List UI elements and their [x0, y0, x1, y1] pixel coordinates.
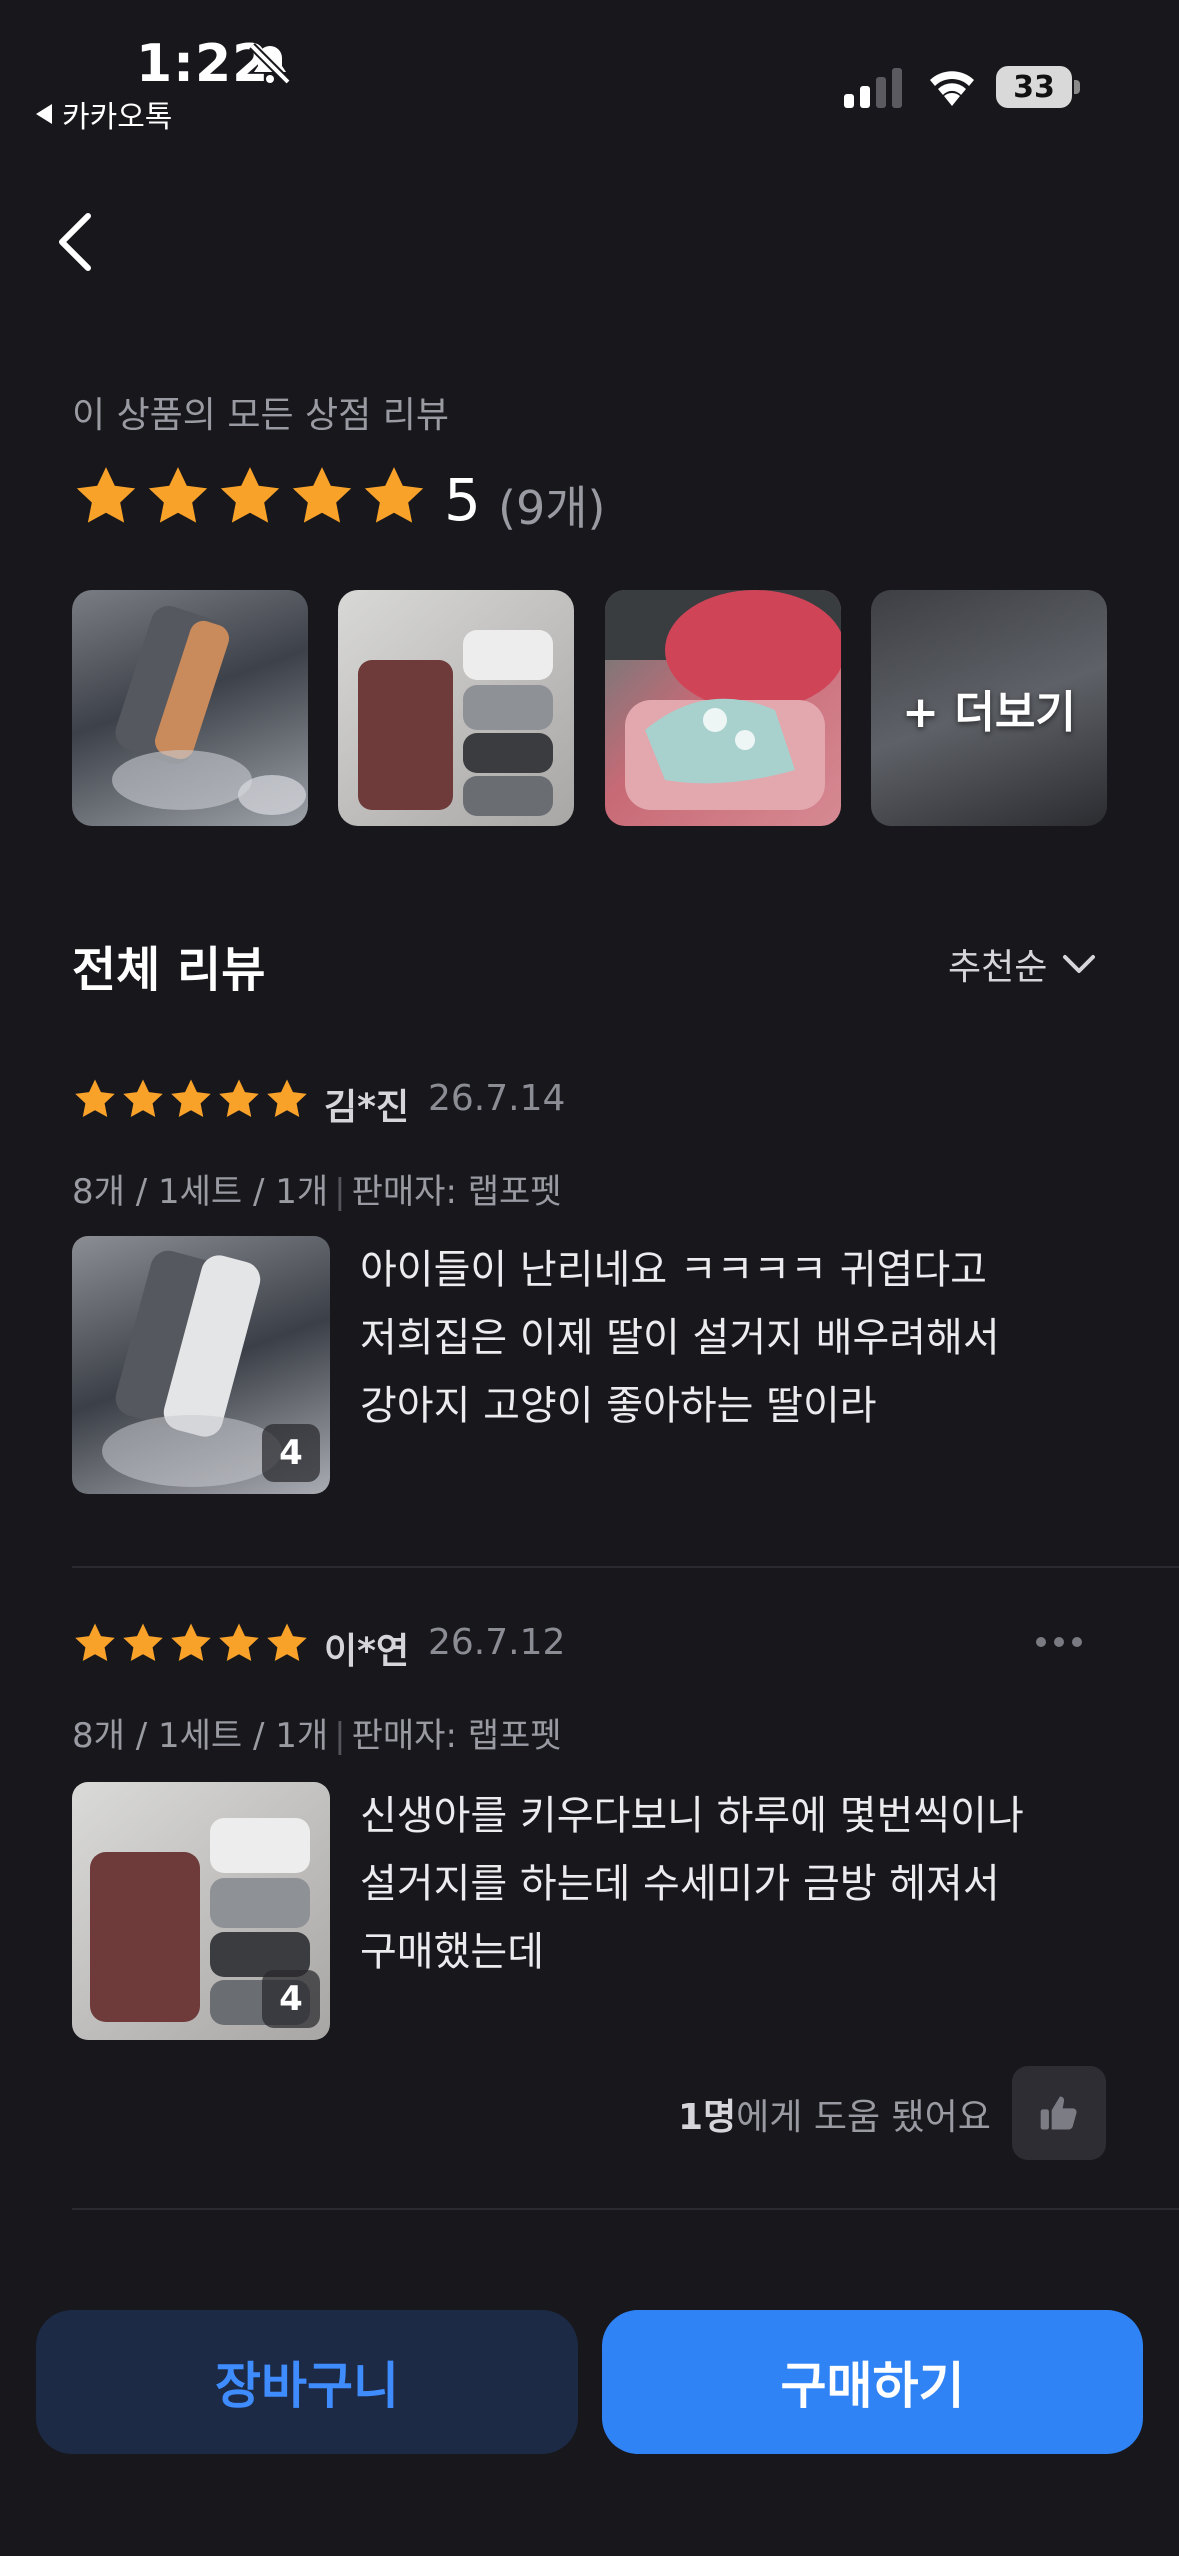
purchase-option: 8개 / 1세트 / 1개 | 판매자: 랩포펫 [72, 1172, 562, 1212]
purchase-option: 8개 / 1세트 / 1개 | 판매자: 랩포펫 [72, 1716, 562, 1756]
review-text: 아이들이 난리네요 ㅋㅋㅋㅋ 귀엽다고 저희집은 이제 딸이 설거지 배우려해서… [360, 1236, 1140, 1440]
more-dot-icon [1054, 1637, 1064, 1647]
sort-dropdown[interactable]: 추천순 [948, 938, 1097, 990]
review-text-line: 저희집은 이제 딸이 설거지 배우려해서 [360, 1315, 1000, 1361]
review-stars [72, 1076, 310, 1122]
star-icon [267, 1623, 307, 1662]
star-icon [220, 467, 280, 523]
review-text-line: 신생아를 키우다보니 하루에 몇번씩이나 [360, 1793, 1024, 1839]
review-date: 26.7.12 [428, 1622, 566, 1663]
star-icon [219, 1079, 259, 1118]
star-icon [292, 467, 352, 523]
back-app-label: 카카오톡 [62, 100, 173, 135]
chevron-down-icon [1063, 955, 1096, 973]
all-reviews-title: 전체 리뷰 [72, 942, 266, 998]
reviewer-name: 김*진 [324, 1087, 410, 1128]
review-photo[interactable]: 4 [72, 1236, 330, 1494]
star-icon [75, 1623, 115, 1662]
star-icon [171, 1079, 211, 1118]
more-dot-icon [1072, 1637, 1082, 1647]
reviewer-name: 이*연 [324, 1631, 410, 1672]
review-text-line: 설거지를 하는데 수세미가 금방 헤져서 [360, 1861, 1000, 1907]
seller-text: 판매자: 랩포펫 [351, 1172, 562, 1212]
wifi-icon [930, 71, 974, 106]
star-icon [171, 1623, 211, 1662]
review-photo-thumbnail[interactable] [72, 590, 308, 826]
sort-label: 추천순 [948, 947, 1048, 988]
helpful-count-text: 1명에게 도움 됐어요 [678, 2088, 991, 2140]
bell-muted-icon [249, 43, 291, 85]
back-chevron-icon[interactable] [52, 206, 100, 278]
option-text: 8개 / 1세트 / 1개 [72, 1716, 329, 1756]
buy-now-button[interactable]: 구매하기 [602, 2310, 1143, 2454]
back-to-app-link[interactable]: 카카오톡 [36, 92, 172, 136]
star-icon [123, 1079, 163, 1118]
reviews-caption: 이 상품의 모든 상점 리뷰 [72, 395, 449, 436]
review-count: (9개) [498, 481, 606, 535]
more-options-button[interactable] [1036, 1630, 1086, 1654]
divider [72, 1566, 1179, 1568]
bottom-fade [0, 2230, 1179, 2310]
review-text: 신생아를 키우다보니 하루에 몇번씩이나 설거지를 하는데 수세미가 금방 헤져… [360, 1782, 1140, 1986]
review-text-line: 강아지 고양이 좋아하는 딸이라 [360, 1383, 877, 1429]
review-date: 26.7.14 [428, 1078, 566, 1119]
photo-count-badge: 4 [262, 1424, 320, 1482]
review-photo-thumbnail[interactable] [605, 590, 841, 826]
star-icon [123, 1623, 163, 1662]
photo-count-badge: 4 [262, 1970, 320, 2028]
battery-level: 33 [1013, 69, 1055, 105]
more-photos-button[interactable]: + 더보기 [871, 590, 1107, 826]
star-icon [364, 467, 424, 523]
option-text: 8개 / 1세트 / 1개 [72, 1172, 329, 1212]
average-rating-stars [72, 462, 428, 530]
add-to-cart-button[interactable]: 장바구니 [36, 2310, 578, 2454]
review-stars [72, 1620, 310, 1666]
star-icon [75, 1079, 115, 1118]
review-photo[interactable]: 4 [72, 1782, 330, 2040]
star-icon [267, 1079, 307, 1118]
average-rating-value: 5 [444, 466, 481, 534]
helpful-suffix: 에게 도움 됐어요 [736, 2097, 991, 2138]
thumbs-up-icon [1040, 2096, 1077, 2130]
seller-text: 판매자: 랩포펫 [351, 1716, 562, 1756]
battery-icon: 33 [996, 66, 1080, 108]
review-text-line: 구매했는데 [360, 1929, 544, 1975]
helpful-like-button[interactable] [1012, 2066, 1106, 2160]
more-photos-label: + 더보기 [902, 687, 1076, 738]
helpful-count: 1명 [678, 2097, 737, 2138]
more-dot-icon [1036, 1637, 1046, 1647]
star-icon [148, 467, 208, 523]
star-icon [76, 467, 136, 523]
review-photo-thumbnail[interactable] [338, 590, 574, 826]
cellular-signal-icon [844, 68, 902, 108]
divider [72, 2208, 1179, 2210]
star-icon [219, 1623, 259, 1662]
back-triangle-icon [36, 104, 52, 124]
review-text-line: 아이들이 난리네요 ㅋㅋㅋㅋ 귀엽다고 [360, 1247, 987, 1293]
